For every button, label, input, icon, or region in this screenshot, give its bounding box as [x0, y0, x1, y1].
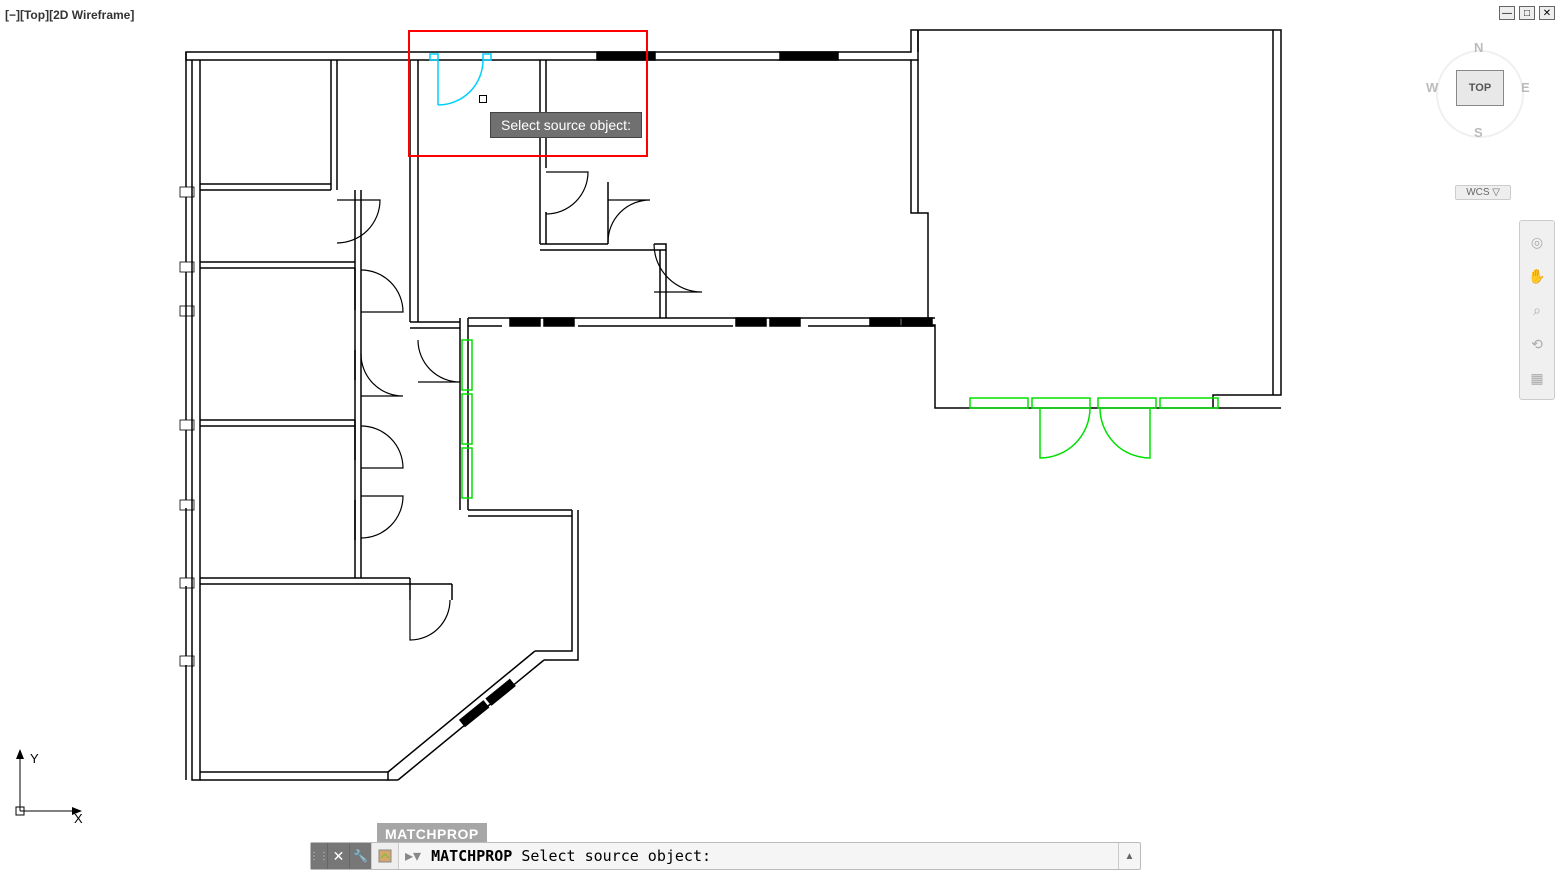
command-line-icon — [371, 843, 399, 869]
command-prompt-chevron-icon: ▸▾ — [399, 846, 427, 866]
ucs-icon[interactable]: Y X — [12, 749, 87, 824]
command-input[interactable]: MATCHPROP Select source object: — [427, 847, 1118, 865]
command-line-customize-button[interactable]: 🔧 — [349, 843, 371, 869]
cursor-pickbox — [479, 95, 487, 103]
drawing-canvas[interactable] — [0, 0, 1561, 884]
command-name: MATCHPROP — [431, 847, 512, 865]
ucs-x-label: X — [74, 811, 83, 824]
command-line-close-button[interactable]: ✕ — [327, 843, 349, 869]
command-tooltip: Select source object: — [490, 112, 642, 138]
command-line-drag-handle[interactable]: ⋮⋮ — [311, 843, 327, 869]
command-prompt-text: Select source object: — [512, 847, 711, 865]
command-line[interactable]: ⋮⋮ ✕ 🔧 ▸▾ MATCHPROP Select source object… — [310, 842, 1141, 870]
command-history-button[interactable]: ▲ — [1118, 843, 1140, 869]
ucs-y-label: Y — [30, 751, 39, 766]
